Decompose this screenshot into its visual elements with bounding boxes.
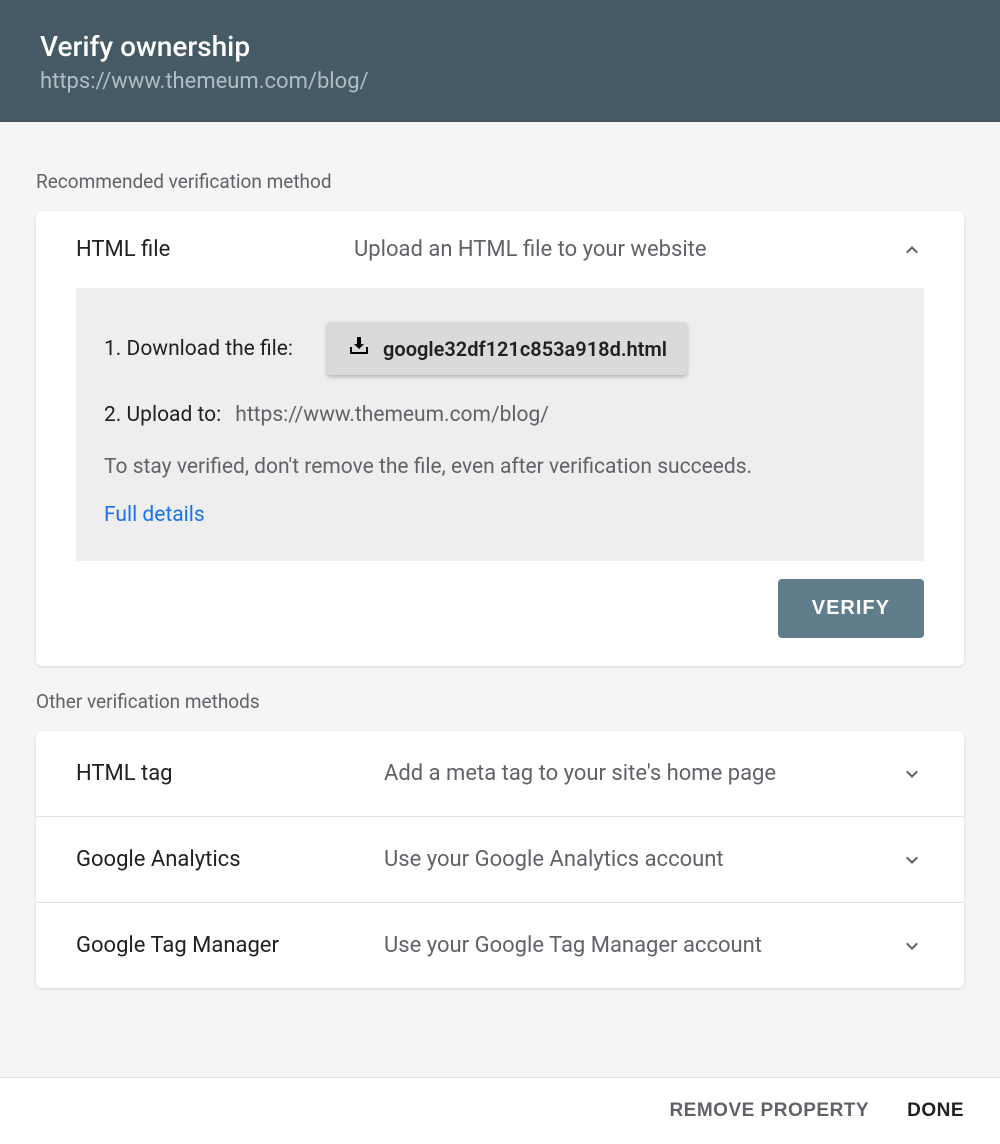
- step-2-url: https://www.themeum.com/blog/: [235, 403, 549, 427]
- chevron-down-icon: [900, 934, 924, 958]
- method-expanded-body: 1. Download the file: google32df121c853a…: [36, 288, 964, 666]
- method-desc: Upload an HTML file to your website: [354, 237, 872, 262]
- page-title: Verify ownership: [40, 30, 960, 63]
- done-button[interactable]: DONE: [907, 1100, 964, 1122]
- method-name: Google Analytics: [76, 847, 356, 872]
- instructions-box: 1. Download the file: google32df121c853a…: [76, 288, 924, 561]
- method-row-google-tag-manager[interactable]: Google Tag Manager Use your Google Tag M…: [36, 903, 964, 988]
- verify-row: VERIFY: [76, 579, 924, 638]
- step-2-label: 2. Upload to:: [104, 403, 221, 427]
- recommended-method-card: HTML file Upload an HTML file to your we…: [36, 211, 964, 666]
- dialog-header: Verify ownership https://www.themeum.com…: [0, 0, 1000, 122]
- property-url: https://www.themeum.com/blog/: [40, 69, 960, 94]
- method-desc: Add a meta tag to your site's home page: [384, 761, 872, 786]
- dialog-content: Recommended verification method HTML fil…: [0, 122, 1000, 988]
- download-icon: [347, 334, 371, 363]
- remove-property-button[interactable]: REMOVE PROPERTY: [669, 1100, 869, 1122]
- chevron-up-icon: [900, 238, 924, 262]
- other-methods-list: HTML tag Add a meta tag to your site's h…: [36, 731, 964, 988]
- method-desc: Use your Google Tag Manager account: [384, 933, 872, 958]
- step-1-label: 1. Download the file:: [104, 337, 293, 361]
- verify-button[interactable]: VERIFY: [778, 579, 924, 638]
- download-filename: google32df121c853a918d.html: [383, 337, 667, 361]
- method-name: Google Tag Manager: [76, 933, 356, 958]
- download-file-button[interactable]: google32df121c853a918d.html: [327, 322, 687, 375]
- method-desc: Use your Google Analytics account: [384, 847, 872, 872]
- method-name: HTML tag: [76, 761, 356, 786]
- recommended-section-label: Recommended verification method: [36, 170, 964, 193]
- step-2: 2. Upload to: https://www.themeum.com/bl…: [104, 403, 896, 427]
- method-row-html-tag[interactable]: HTML tag Add a meta tag to your site's h…: [36, 731, 964, 817]
- other-section-label: Other verification methods: [36, 690, 964, 713]
- full-details-link[interactable]: Full details: [104, 503, 205, 527]
- html-file-method-header[interactable]: HTML file Upload an HTML file to your we…: [36, 211, 964, 288]
- method-row-google-analytics[interactable]: Google Analytics Use your Google Analyti…: [36, 817, 964, 903]
- dialog-footer: REMOVE PROPERTY DONE: [0, 1077, 1000, 1144]
- method-name: HTML file: [76, 237, 326, 262]
- step-1: 1. Download the file: google32df121c853a…: [104, 322, 896, 375]
- chevron-down-icon: [900, 848, 924, 872]
- chevron-down-icon: [900, 762, 924, 786]
- verification-note: To stay verified, don't remove the file,…: [104, 455, 896, 479]
